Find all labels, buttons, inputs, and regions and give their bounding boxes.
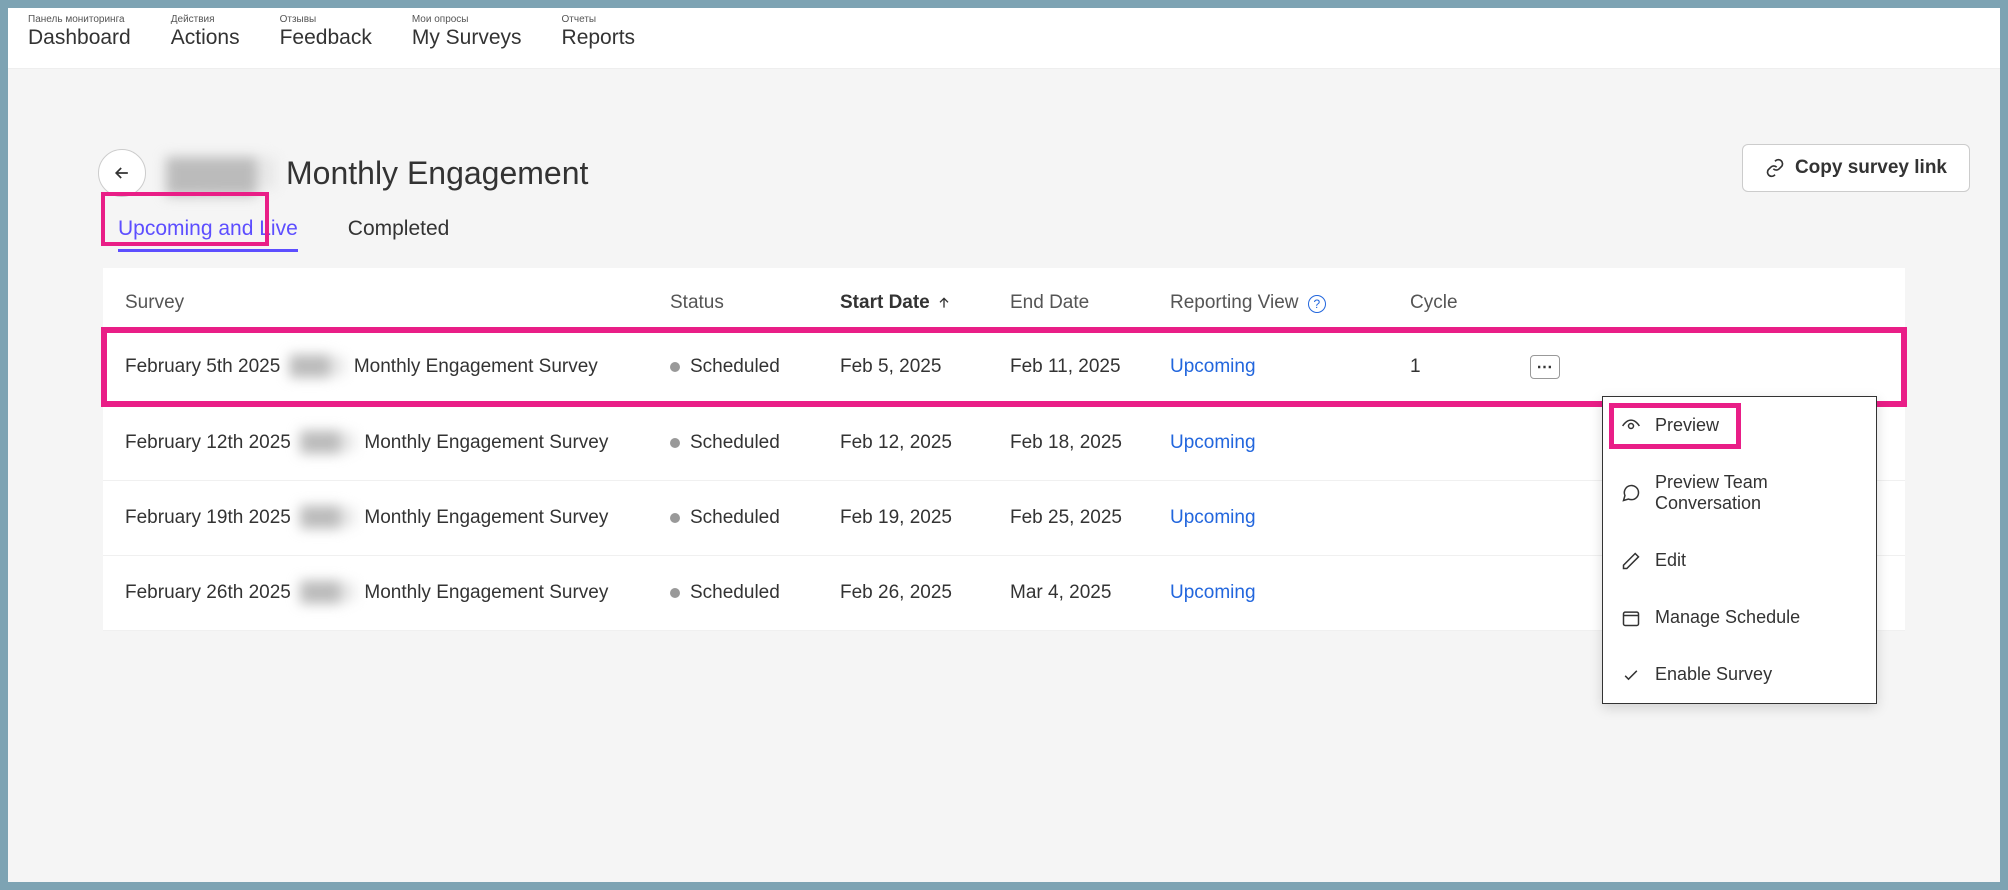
ctx-label: Enable Survey	[1655, 664, 1772, 685]
reporting-link[interactable]: Upcoming	[1170, 582, 1256, 603]
copy-survey-link-button[interactable]: Copy survey link	[1742, 144, 1970, 192]
copy-link-label: Copy survey link	[1795, 157, 1947, 179]
sort-up-icon	[936, 295, 952, 311]
page-title-text: Monthly Engagement	[286, 155, 588, 192]
th-survey[interactable]: Survey	[125, 292, 670, 314]
ctx-item-enable-survey[interactable]: Enable Survey	[1603, 646, 1876, 703]
row-context-menu: Preview Preview Team Conversation Edit Mana…	[1602, 396, 1877, 704]
back-button[interactable]	[98, 149, 146, 197]
ctx-item-preview-team-conversation[interactable]: Preview Team Conversation	[1603, 454, 1876, 532]
cell-status: Scheduled	[670, 507, 840, 529]
th-reporting-view[interactable]: Reporting View ?	[1170, 292, 1410, 314]
nav-dashboard[interactable]: Панель мониторинга Dashboard	[28, 26, 131, 50]
nav-label: Dashboard	[28, 26, 131, 49]
nav-actions[interactable]: Действия Actions	[171, 26, 240, 50]
cell-end: Mar 4, 2025	[1010, 582, 1170, 604]
redacted-text: ████	[166, 157, 276, 189]
cell-survey: February 26th 2025 ███ Monthly Engagemen…	[125, 582, 670, 604]
cell-status: Scheduled	[670, 356, 840, 378]
cell-start: Feb 26, 2025	[840, 582, 1010, 604]
more-actions-button[interactable]: ⋯	[1530, 355, 1560, 379]
reporting-link[interactable]: Upcoming	[1170, 507, 1256, 528]
redacted-text: ███	[300, 507, 355, 527]
filter-tabs: Upcoming and Live Completed	[8, 217, 2000, 268]
th-label: Reporting View	[1170, 292, 1299, 313]
top-nav: Панель мониторинга Dashboard Действия Ac…	[8, 8, 2000, 69]
nav-sub: Отчеты	[562, 14, 597, 25]
page-title: ████ Monthly Engagement	[166, 155, 588, 192]
content: ████ Monthly Engagement Copy survey link…	[8, 69, 2000, 882]
link-icon	[1765, 158, 1785, 178]
cell-survey: February 12th 2025 ███ Monthly Engagemen…	[125, 432, 670, 454]
cell-end: Feb 25, 2025	[1010, 507, 1170, 529]
calendar-icon	[1621, 608, 1641, 628]
ctx-label: Preview	[1655, 415, 1719, 436]
cell-end: Feb 18, 2025	[1010, 432, 1170, 454]
table-header: Survey Status Start Date End Date Report…	[103, 268, 1905, 329]
nav-sub: Действия	[171, 14, 215, 25]
cell-actions: ⋯	[1530, 355, 1560, 379]
status-dot-icon	[670, 438, 680, 448]
ctx-label: Preview Team Conversation	[1655, 472, 1858, 514]
cell-report: Upcoming	[1170, 582, 1410, 604]
cell-start: Feb 12, 2025	[840, 432, 1010, 454]
pencil-icon	[1621, 551, 1641, 571]
cell-report: Upcoming	[1170, 507, 1410, 529]
page-header: ████ Monthly Engagement Copy survey link	[8, 129, 2000, 217]
cell-status: Scheduled	[670, 432, 840, 454]
ctx-item-preview[interactable]: Preview	[1603, 397, 1876, 454]
cell-start: Feb 5, 2025	[840, 356, 1010, 378]
cell-report: Upcoming	[1170, 356, 1410, 378]
cell-start: Feb 19, 2025	[840, 507, 1010, 529]
eye-icon	[1621, 416, 1641, 436]
cell-survey: February 19th 2025 ███ Monthly Engagemen…	[125, 507, 670, 529]
app-window: Панель мониторинга Dashboard Действия Ac…	[8, 8, 2000, 882]
redacted-text: ███	[300, 582, 355, 602]
redacted-text: ███	[300, 432, 355, 452]
table-row[interactable]: February 5th 2025 ███ Monthly Engagement…	[103, 329, 1905, 406]
nav-sub: Отзывы	[280, 14, 317, 25]
nav-sub: Панель мониторинга	[28, 14, 125, 25]
ctx-label: Edit	[1655, 550, 1686, 571]
survey-table: Survey Status Start Date End Date Report…	[103, 268, 1905, 631]
cell-report: Upcoming	[1170, 432, 1410, 454]
nav-label: Feedback	[280, 26, 372, 49]
th-cycle[interactable]: Cycle	[1410, 292, 1530, 314]
cell-status: Scheduled	[670, 582, 840, 604]
nav-label: Actions	[171, 26, 240, 49]
check-icon	[1621, 665, 1641, 685]
reporting-link[interactable]: Upcoming	[1170, 432, 1256, 453]
status-dot-icon	[670, 513, 680, 523]
nav-label: Reports	[562, 26, 636, 49]
help-icon[interactable]: ?	[1308, 295, 1326, 313]
cell-survey: February 5th 2025 ███ Monthly Engagement…	[125, 356, 670, 378]
reporting-link[interactable]: Upcoming	[1170, 356, 1256, 377]
redacted-text: ███	[290, 356, 345, 376]
ctx-item-manage-schedule[interactable]: Manage Schedule	[1603, 589, 1876, 646]
th-status[interactable]: Status	[670, 292, 840, 314]
nav-label: My Surveys	[412, 26, 522, 49]
th-start-date[interactable]: Start Date	[840, 292, 1010, 314]
status-dot-icon	[670, 362, 680, 372]
cell-cycle: 1	[1410, 356, 1530, 378]
nav-my-surveys[interactable]: Мои опросы My Surveys	[412, 26, 522, 50]
chat-icon	[1621, 483, 1641, 503]
nav-feedback[interactable]: Отзывы Feedback	[280, 26, 372, 50]
ctx-item-edit[interactable]: Edit	[1603, 532, 1876, 589]
nav-sub: Мои опросы	[412, 14, 469, 25]
arrow-left-icon	[112, 163, 132, 183]
ctx-label: Manage Schedule	[1655, 607, 1800, 628]
tab-completed[interactable]: Completed	[348, 217, 450, 252]
nav-reports[interactable]: Отчеты Reports	[562, 26, 636, 50]
tab-upcoming[interactable]: Upcoming and Live	[118, 217, 298, 252]
th-end-date[interactable]: End Date	[1010, 292, 1170, 314]
th-label: Start Date	[840, 292, 930, 314]
status-dot-icon	[670, 588, 680, 598]
cell-end: Feb 11, 2025	[1010, 356, 1170, 378]
